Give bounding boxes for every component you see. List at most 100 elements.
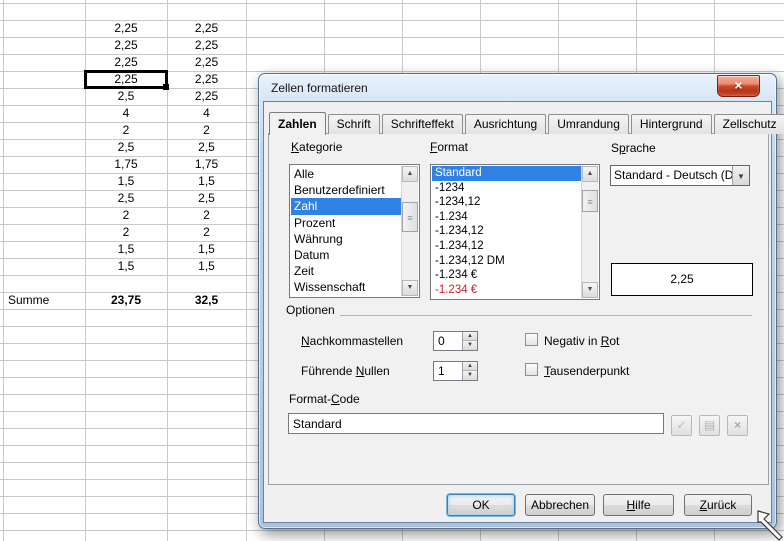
cell-selection-border[interactable] <box>84 70 168 89</box>
spinner-down-icon[interactable]: ▼ <box>463 371 477 380</box>
dropdown-button[interactable]: ▼ <box>732 166 749 185</box>
close-button[interactable]: × <box>717 75 760 97</box>
table-cell[interactable]: 2,25 <box>167 71 246 88</box>
table-cell[interactable]: 2 <box>85 224 167 241</box>
confirm-format-button[interactable]: ✓ <box>671 415 692 436</box>
tab-hintergrund[interactable]: Hintergrund <box>631 114 712 134</box>
format-listbox[interactable]: Standard-1234-1234,12-1.234-1.234,12-1.2… <box>430 164 600 300</box>
category-listbox[interactable]: AlleBenutzerdefiniertZahlProzentWährungD… <box>289 164 420 298</box>
format-preview: 2,25 <box>611 263 753 296</box>
summe-value-c[interactable]: 32,5 <box>167 292 246 309</box>
spinner-up-icon[interactable]: ▲ <box>463 362 477 371</box>
options-group-line <box>340 315 752 316</box>
spinner-down-icon[interactable]: ▼ <box>463 341 477 350</box>
negative-red-checkbox[interactable] <box>525 333 538 346</box>
table-cell[interactable]: 1,75 <box>167 156 246 173</box>
decimals-stepper[interactable]: 0 ▲ ▼ <box>433 331 478 351</box>
table-cell[interactable]: 2 <box>167 122 246 139</box>
edit-comment-button[interactable]: ▤ <box>699 415 720 436</box>
dialog-client-area: ZahlenSchriftSchrifteffektAusrichtungUmr… <box>263 101 772 523</box>
tab-ausrichtung[interactable]: Ausrichtung <box>465 114 546 134</box>
category-item[interactable]: Datum <box>291 247 402 263</box>
table-cell[interactable]: 2,5 <box>167 139 246 156</box>
category-item[interactable]: Prozent <box>291 215 402 231</box>
format-item[interactable]: -1.234,12 DM <box>432 254 582 269</box>
tab-schrifteffekt[interactable]: Schrifteffekt <box>382 114 463 134</box>
format-item[interactable]: -1.234,12 <box>432 224 582 239</box>
tab-umrandung[interactable]: Umrandung <box>548 114 629 134</box>
format-item[interactable]: -1.234 <box>432 210 582 225</box>
category-item[interactable]: Alle <box>291 166 402 182</box>
table-cell[interactable]: 2,5 <box>85 88 167 105</box>
category-item[interactable]: Benutzerdefiniert <box>291 182 402 198</box>
table-cell[interactable]: 2 <box>167 224 246 241</box>
format-item[interactable]: -1234,12 <box>432 195 582 210</box>
table-cell[interactable]: 2,25 <box>85 54 167 71</box>
negative-red-label: Negativ in Rot <box>544 334 619 348</box>
summe-value-b[interactable]: 23,75 <box>85 292 167 309</box>
table-cell[interactable]: 2,25 <box>167 54 246 71</box>
table-cell[interactable]: 2,5 <box>167 190 246 207</box>
leading-zeros-stepper[interactable]: 1 ▲ ▼ <box>433 361 478 381</box>
ok-button[interactable]: OK <box>447 494 515 516</box>
table-cell[interactable]: 2,25 <box>85 37 167 54</box>
thousands-checkbox[interactable] <box>525 363 538 376</box>
tab-zahlen[interactable]: Zahlen <box>269 112 326 135</box>
table-cell[interactable]: 4 <box>167 105 246 122</box>
delete-format-button[interactable]: × <box>727 415 748 436</box>
category-item[interactable]: Wissenschaft <box>291 279 402 295</box>
back-button[interactable]: Zurück <box>684 494 752 516</box>
format-scrollbar[interactable]: ▲ ≡ ▼ <box>581 166 598 298</box>
table-cell[interactable]: 2,25 <box>167 20 246 37</box>
comment-icon: ▤ <box>704 418 715 432</box>
table-cell[interactable]: 1,75 <box>85 156 167 173</box>
format-item[interactable]: Standard <box>432 166 582 181</box>
scrollbar-down-icon[interactable]: ▼ <box>402 280 418 296</box>
format-item[interactable]: -1.234 € <box>432 268 582 283</box>
scrollbar-thumb[interactable]: ≡ <box>582 190 598 212</box>
table-cell[interactable]: 2 <box>85 122 167 139</box>
scrollbar-thumb[interactable]: ≡ <box>402 202 418 232</box>
leading-zeros-label: Führende Nullen <box>301 364 390 378</box>
table-cell[interactable]: 4 <box>85 105 167 122</box>
chevron-down-icon: ▼ <box>737 172 745 181</box>
category-scrollbar[interactable]: ▲ ≡ ▼ <box>401 166 418 296</box>
tab-zellschutz[interactable]: Zellschutz <box>714 114 784 134</box>
summe-label-cell[interactable]: Summe <box>8 292 82 309</box>
category-item[interactable]: Währung <box>291 231 402 247</box>
table-cell[interactable]: 2,5 <box>85 190 167 207</box>
decimals-value: 0 <box>438 332 445 350</box>
category-item[interactable]: Zahl <box>291 198 402 214</box>
spinner: ▲ ▼ <box>462 362 477 380</box>
help-button[interactable]: Hilfe <box>603 494 674 516</box>
category-item[interactable]: Zeit <box>291 263 402 279</box>
format-code-input[interactable] <box>288 413 664 434</box>
table-cell[interactable]: 2,25 <box>167 37 246 54</box>
table-cell[interactable]: 2,25 <box>167 88 246 105</box>
dialog-title: Zellen formatieren <box>271 81 368 95</box>
table-cell[interactable]: 2,5 <box>85 139 167 156</box>
close-icon: × <box>734 76 742 95</box>
table-cell[interactable]: 1,5 <box>85 241 167 258</box>
table-cell[interactable]: 2,25 <box>85 20 167 37</box>
cancel-button[interactable]: Abbrechen <box>525 494 595 516</box>
table-cell[interactable]: 1,5 <box>167 173 246 190</box>
checkmark-icon: ✓ <box>676 418 686 432</box>
table-cell[interactable]: 1,5 <box>167 258 246 275</box>
format-item[interactable]: -1.234,12 <box>432 239 582 254</box>
tab-schrift[interactable]: Schrift <box>328 114 380 134</box>
table-cell[interactable]: 1,5 <box>85 173 167 190</box>
delete-icon: × <box>734 418 741 432</box>
format-item[interactable]: -1.234 € <box>432 283 582 298</box>
scrollbar-down-icon[interactable]: ▼ <box>582 282 598 298</box>
format-item[interactable]: -1234 <box>432 181 582 196</box>
tab-panel-zahlen: Kategorie AlleBenutzerdefiniertZahlProze… <box>268 133 769 485</box>
table-cell[interactable]: 2 <box>167 207 246 224</box>
scrollbar-up-icon[interactable]: ▲ <box>402 166 418 182</box>
spinner-up-icon[interactable]: ▲ <box>463 332 477 341</box>
language-combobox[interactable]: Standard - Deutsch (De ▼ <box>610 165 750 186</box>
table-cell[interactable]: 2 <box>85 207 167 224</box>
table-cell[interactable]: 1,5 <box>85 258 167 275</box>
table-cell[interactable]: 1,5 <box>167 241 246 258</box>
scrollbar-up-icon[interactable]: ▲ <box>582 166 598 182</box>
